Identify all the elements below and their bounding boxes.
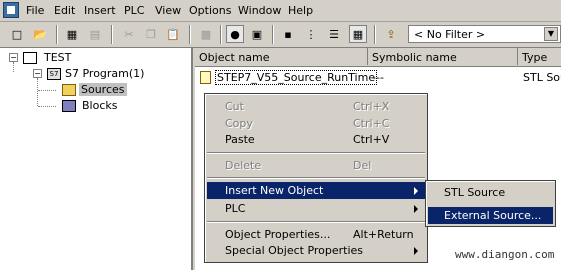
chevron-down-icon[interactable]: ▼ (544, 27, 558, 41)
menu-insert[interactable]: Insert (84, 4, 116, 17)
memory-card-icon[interactable]: ▩ (197, 25, 215, 43)
tree-item-sources[interactable]: Sources (79, 83, 127, 96)
tree-item-s7-program[interactable]: S7 Program(1) (65, 67, 144, 80)
menu-item-object-properties[interactable]: Object Properties... Alt+Return (207, 226, 425, 243)
menu-item-label: Object Properties... (225, 228, 331, 241)
menu-help[interactable]: Help (288, 4, 313, 17)
menu-item-delete[interactable]: Delete Del (207, 157, 425, 174)
window-icon[interactable] (3, 2, 19, 18)
menu-item-stl-source[interactable]: STL Source (428, 184, 553, 201)
sources-folder-icon (62, 84, 76, 96)
small-icons-icon[interactable]: ⋮ (302, 25, 320, 43)
menu-item-external-source[interactable]: External Source... (428, 207, 553, 224)
collapse-toggle[interactable]: − (33, 69, 42, 78)
toolbar-separator (189, 25, 191, 44)
menu-item-label: Cut (225, 100, 244, 113)
menu-bar: File Edit Insert PLC View Options Window… (0, 0, 561, 22)
filter-value: < No Filter > (414, 28, 486, 41)
cut-icon[interactable]: ✂ (120, 25, 138, 43)
toolbar-separator (374, 25, 376, 44)
menu-item-label: External Source... (444, 209, 542, 222)
large-icons-icon[interactable]: ▪ (279, 25, 297, 43)
column-type[interactable]: Type (518, 48, 561, 65)
list-header: Object name Symbolic name Type (195, 48, 561, 67)
submenu-arrow-icon (414, 247, 418, 255)
offline-icon[interactable]: ▣ (248, 25, 266, 43)
menu-item-shortcut: Ctrl+C (353, 117, 390, 130)
row-type: STL Source (523, 71, 561, 84)
menu-item-shortcut: Ctrl+X (353, 100, 390, 113)
column-symbolic-name[interactable]: Symbolic name (368, 48, 518, 65)
menu-plc[interactable]: PLC (124, 4, 144, 17)
menu-item-label: STL Source (444, 186, 506, 199)
insert-new-object-submenu: STL Source External Source... (425, 180, 556, 227)
menu-item-special-object-properties[interactable]: Special Object Properties (207, 242, 425, 259)
tree-connector (38, 106, 56, 107)
copy-icon[interactable]: ❐ (142, 25, 160, 43)
accessible-nodes-icon[interactable]: ▦ (63, 25, 81, 43)
row-object-name[interactable]: STEP7_V55_Source_RunTime (215, 70, 378, 85)
column-object-name[interactable]: Object name (195, 48, 368, 65)
menu-item-label: Insert New Object (225, 184, 324, 197)
tree-connector (37, 78, 38, 106)
menu-item-shortcut: Alt+Return (353, 228, 414, 241)
menu-file[interactable]: File (26, 4, 44, 17)
download-icon[interactable]: ▤ (86, 25, 104, 43)
collapse-toggle[interactable]: − (9, 53, 18, 62)
menu-separator (207, 177, 425, 179)
menu-item-shortcut: Del (353, 159, 372, 172)
menu-edit[interactable]: Edit (54, 4, 75, 17)
tree-item-test[interactable]: TEST (44, 51, 71, 64)
tree-connector (38, 90, 56, 91)
menu-item-copy[interactable]: Copy Ctrl+C (207, 115, 425, 132)
project-tree: − TEST − S7 S7 Program(1) Sources Blocks (0, 48, 193, 270)
menu-item-label: Special Object Properties (225, 244, 364, 257)
menu-item-paste[interactable]: Paste Ctrl+V (207, 131, 425, 148)
menu-item-label: Paste (225, 133, 255, 146)
blocks-folder-icon (62, 100, 76, 112)
toolbar-separator (111, 25, 113, 44)
online-icon[interactable]: ● (226, 25, 244, 43)
menu-item-cut[interactable]: Cut Ctrl+X (207, 98, 425, 115)
toolbar-separator (220, 25, 222, 44)
menu-options[interactable]: Options (189, 4, 231, 17)
toolbar-separator (272, 25, 274, 44)
filter-select[interactable]: < No Filter > ▼ (408, 25, 561, 43)
open-icon[interactable]: 📂 (31, 25, 49, 43)
menu-separator (207, 152, 425, 154)
project-icon (23, 52, 37, 64)
menu-item-label: PLC (225, 202, 246, 215)
up-one-level-icon[interactable]: ⇪ (382, 25, 400, 43)
menu-item-label: Copy (225, 117, 253, 130)
source-file-icon (200, 71, 211, 84)
menu-item-plc[interactable]: PLC (207, 200, 425, 217)
menu-item-shortcut: Ctrl+V (353, 133, 390, 146)
menu-item-label: Delete (225, 159, 262, 172)
menu-window[interactable]: Window (238, 4, 281, 17)
context-menu: Cut Ctrl+X Copy Ctrl+C Paste Ctrl+V Dele… (204, 93, 428, 263)
row-symbolic-name: --- (372, 71, 384, 84)
toolbar-separator (56, 25, 58, 44)
submenu-arrow-icon (414, 187, 418, 195)
new-icon[interactable]: □ (8, 25, 26, 43)
watermark: www.diangon.com (455, 248, 555, 261)
paste-icon[interactable]: 📋 (164, 25, 182, 43)
menu-item-insert-new-object[interactable]: Insert New Object (207, 182, 425, 199)
tree-item-blocks[interactable]: Blocks (82, 99, 117, 112)
submenu-arrow-icon (414, 205, 418, 213)
menu-separator (207, 221, 425, 223)
menu-view[interactable]: View (155, 4, 181, 17)
s7-program-icon: S7 (47, 68, 61, 80)
tree-connector (13, 62, 14, 72)
details-view-icon[interactable]: ▦ (349, 25, 367, 43)
list-view-icon[interactable]: ☰ (325, 25, 343, 43)
